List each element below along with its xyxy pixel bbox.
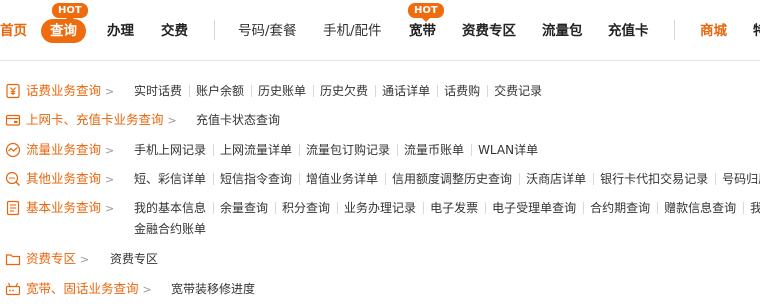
link-credit-adjust-history[interactable]: 信用额度调整历史查询 — [385, 167, 519, 191]
category-row-fee-zone: 资费专区 > 资费专区 — [0, 247, 760, 271]
hot-badge-broadband: HOT — [408, 3, 444, 22]
link-broadband-progress[interactable]: 宽带装移修进度 — [171, 277, 262, 301]
category-title-broadband[interactable]: 宽带、固话业务查询 > — [26, 277, 152, 302]
document-icon — [6, 200, 20, 216]
nav-divider — [674, 20, 675, 40]
link-flow-coin-bill[interactable]: 流量币账单 — [397, 138, 471, 162]
category-row-broadband: 宽带、固话业务查询 > 宽带装移修进度 — [0, 277, 760, 301]
link-history-bill[interactable]: 历史账单 — [251, 79, 313, 103]
card-icon — [5, 114, 21, 126]
link-fee-zone[interactable]: 资费专区 — [110, 247, 165, 271]
link-flow-package-orders[interactable]: 流量包订购记录 — [299, 138, 397, 162]
category-row-billing: 话费业务查询 > 实时话费 账户余额 历史账单 历史欠费 通话详单 话费购 交费记录 — [0, 79, 760, 103]
link-wlan-details[interactable]: WLAN详单 — [471, 138, 545, 162]
nav-pay[interactable]: 交费 — [161, 20, 188, 42]
top-navigation: 首页 HOT 查询 办理 交费 号码/套餐 手机/配件 HOT 宽带 资费专区 … — [0, 0, 760, 61]
link-bank-card-deduction[interactable]: 银行卡代扣交易记录 — [593, 167, 715, 191]
nav-special[interactable]: 特 — [753, 20, 760, 42]
link-mobile-internet-records[interactable]: 手机上网记录 — [134, 138, 213, 162]
nav-query[interactable]: 查询 — [41, 19, 86, 43]
yuan-doc-icon — [6, 83, 20, 99]
nav-fee-zone[interactable]: 资费专区 — [462, 20, 516, 42]
link-number-location[interactable]: 号码归属地 — [715, 167, 760, 191]
nav-flow-package[interactable]: 流量包 — [542, 20, 583, 42]
nav-mall[interactable]: 商城 — [700, 20, 727, 42]
nav-number-plan[interactable]: 号码/套餐 — [238, 20, 297, 42]
link-call-details[interactable]: 通话详单 — [375, 79, 437, 103]
folder-icon — [5, 254, 21, 266]
nav-phone-accessory[interactable]: 手机/配件 — [323, 20, 382, 42]
nav-divider — [214, 20, 215, 40]
link-fee-purchase[interactable]: 话费购 — [437, 79, 487, 103]
link-flow-details[interactable]: 上网流量详单 — [213, 138, 299, 162]
category-row-cards: 上网卡、充值卡业务查询 > 充值卡状态查询 — [0, 108, 760, 132]
link-sms-mms-details[interactable]: 短、彩信详单 — [134, 167, 213, 191]
category-row-flow: 流量业务查询 > 手机上网记录 上网流量详单 流量包订购记录 流量币账单 WLAN详单 — [0, 138, 760, 162]
category-row-other: 其他业务查询 > 短、彩信详单 短信指令查询 增值业务详单 信用额度调整历史查询 沃商店详… — [0, 167, 760, 191]
nav-home[interactable]: 首页 — [0, 20, 27, 42]
link-realtime-fee[interactable]: 实时话费 — [134, 79, 189, 103]
category-title-flow[interactable]: 流量业务查询 > — [26, 138, 114, 163]
flow-wave-icon — [5, 142, 21, 158]
category-title-other[interactable]: 其他业务查询 > — [26, 167, 114, 192]
nav-handle[interactable]: 办理 — [107, 20, 134, 42]
search-icon — [5, 171, 20, 186]
link-account-balance[interactable]: 账户余额 — [189, 79, 251, 103]
broadband-icon — [5, 282, 21, 296]
link-history-arrears[interactable]: 历史欠费 — [313, 79, 375, 103]
link-wo-store-details[interactable]: 沃商店详单 — [519, 167, 593, 191]
category-title-billing[interactable]: 话费业务查询 > — [26, 79, 114, 104]
nav-broadband[interactable]: 宽带 — [409, 20, 436, 42]
category-row-basic-continued: 金融合约账单 — [0, 217, 760, 241]
category-title-fee-zone[interactable]: 资费专区 > — [26, 247, 89, 272]
link-finance-contract-bill[interactable]: 金融合约账单 — [134, 217, 213, 241]
nav-recharge-card[interactable]: 充值卡 — [608, 20, 649, 42]
link-payment-records[interactable]: 交费记录 — [487, 79, 549, 103]
category-title-cards[interactable]: 上网卡、充值卡业务查询 > — [26, 108, 177, 133]
link-sms-command-query[interactable]: 短信指令查询 — [213, 167, 299, 191]
link-recharge-card-status[interactable]: 充值卡状态查询 — [196, 108, 287, 132]
link-value-added-details[interactable]: 增值业务详单 — [299, 167, 385, 191]
hot-badge-query: HOT — [52, 3, 88, 22]
